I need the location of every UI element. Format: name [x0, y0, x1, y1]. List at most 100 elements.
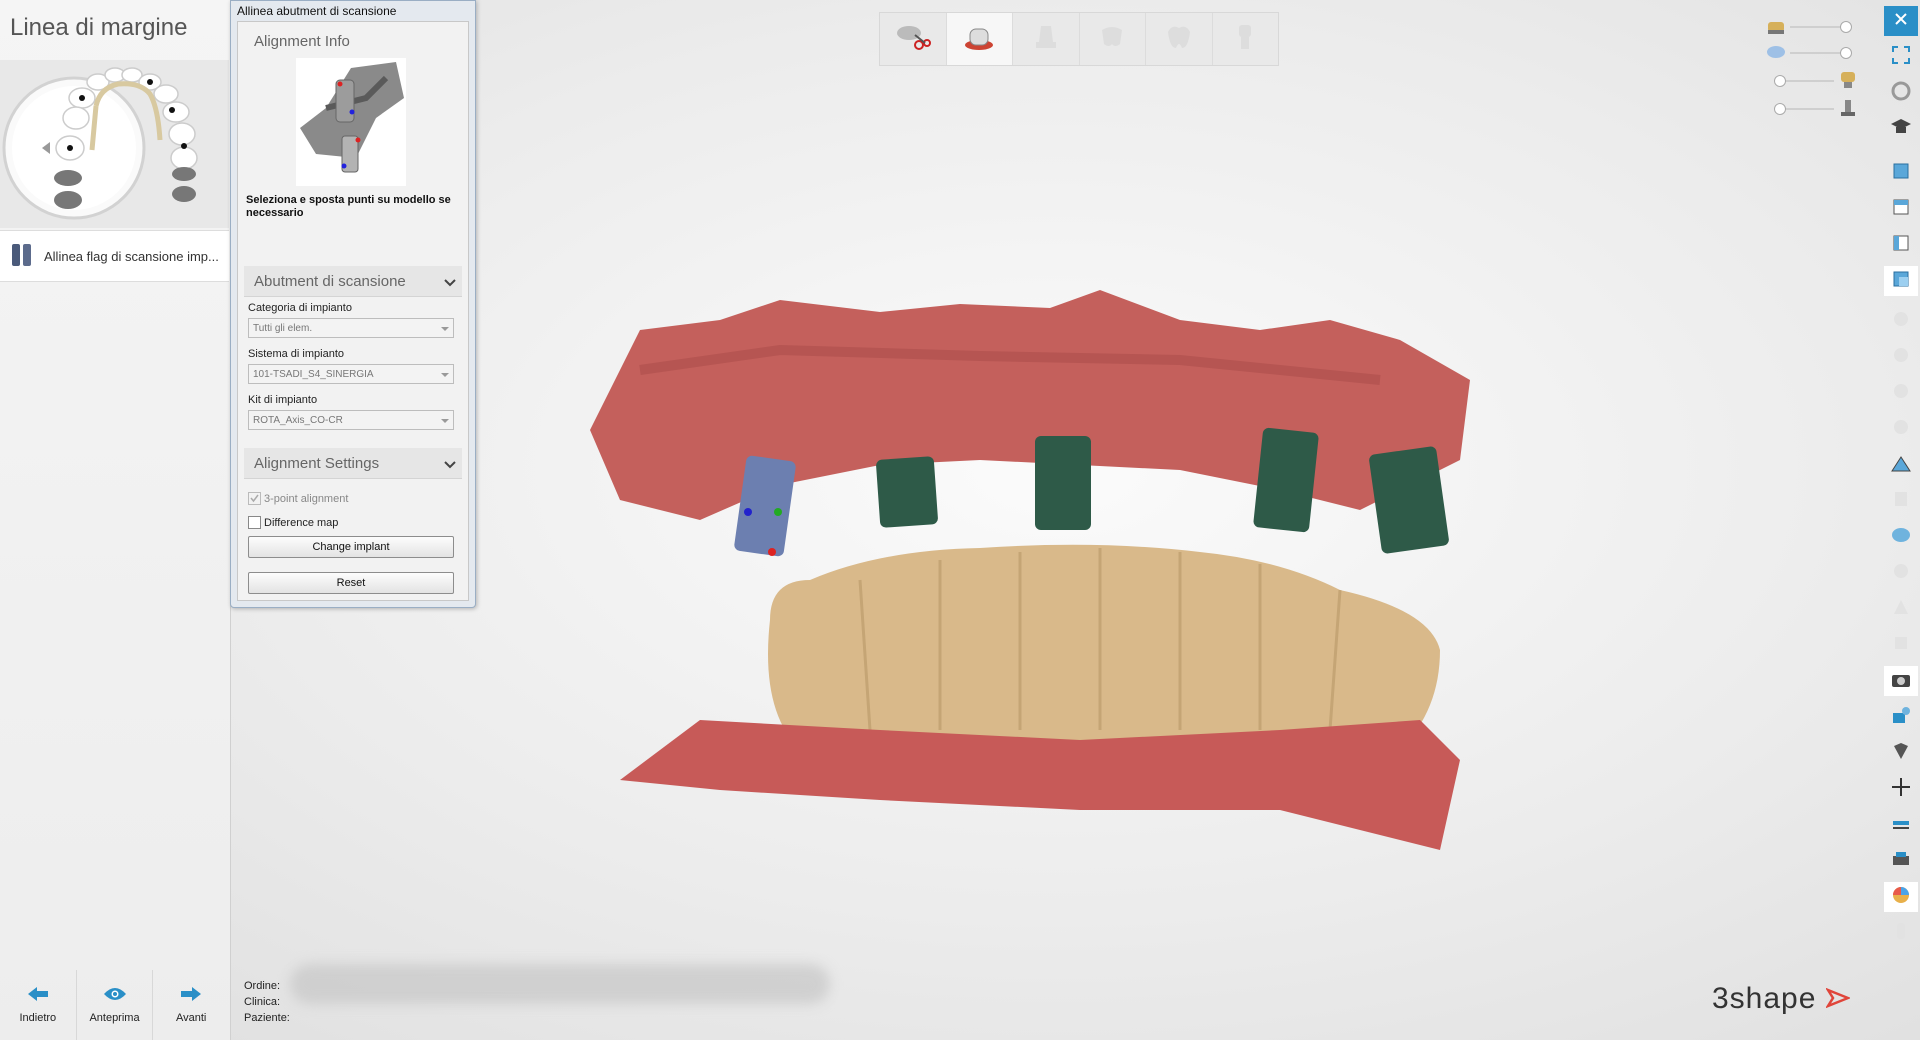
visibility-button[interactable]: [1884, 738, 1918, 768]
alignment-info-header: Alignment Info: [244, 26, 462, 54]
implant-category-select[interactable]: Tutti gli elem.: [248, 318, 454, 338]
rotate-icon: [1890, 80, 1912, 107]
step-title: Linea di margine: [10, 14, 188, 41]
alignment-settings-header[interactable]: Alignment Settings: [244, 448, 462, 479]
tool-disabled-7[interactable]: [1884, 630, 1918, 660]
difference-map-row: Difference map: [248, 516, 338, 529]
model-view-button[interactable]: [1884, 522, 1918, 552]
stage-abutment-design[interactable]: [1013, 13, 1080, 65]
fullscreen-icon: [1891, 45, 1911, 70]
scan-abutment-title: Abutment di scansione: [254, 273, 406, 290]
tooth-tool-icon: [1891, 381, 1911, 406]
view-iso-button[interactable]: [1884, 266, 1918, 296]
stage-crown-placement[interactable]: [1080, 13, 1146, 65]
tooth-tool-icon: [1891, 921, 1911, 946]
order-label: Ordine:: [244, 980, 281, 992]
implant-system-select[interactable]: 101-TSADI_S4_SINERGIA: [248, 364, 454, 384]
gum-model-slider[interactable]: [1790, 47, 1852, 59]
sculpt-button[interactable]: [1884, 702, 1918, 732]
model-icon: [1890, 525, 1912, 550]
shield-icon: [1891, 741, 1911, 766]
clip-plane-button[interactable]: [1884, 486, 1918, 516]
implant-kit-select[interactable]: ROTA_Axis_CO-CR: [248, 410, 454, 430]
crown-slider[interactable]: [1774, 75, 1834, 87]
tool-disabled-2[interactable]: [1884, 342, 1918, 372]
tool-disabled-1[interactable]: [1884, 306, 1918, 336]
crown-icon: [1838, 70, 1858, 95]
caliper-icon: [1890, 813, 1912, 838]
print-button[interactable]: [1884, 846, 1918, 876]
slider-knob[interactable]: [1840, 47, 1852, 59]
tool-disabled-8[interactable]: [1884, 918, 1918, 948]
slider-knob[interactable]: [1774, 103, 1786, 115]
tool-disabled-6[interactable]: [1884, 594, 1918, 624]
plane-icon: [1891, 489, 1911, 514]
tooth-tool-icon: [1891, 561, 1911, 586]
next-button[interactable]: Avanti: [153, 970, 229, 1040]
camera-icon: [1890, 670, 1912, 693]
stage-trim-scan[interactable]: [880, 13, 947, 65]
fullscreen-button[interactable]: [1884, 42, 1918, 72]
implant-post-icon: [1838, 98, 1858, 123]
stage-finish[interactable]: [1213, 13, 1279, 65]
tooth-tool-icon: [1891, 309, 1911, 334]
scan-abutment-header[interactable]: Abutment di scansione: [244, 266, 462, 297]
dropdown-arrow-icon: [441, 419, 449, 423]
alignment-info-title: Alignment Info: [254, 33, 350, 50]
left-panel: Linea di margine Allinea flag di scansio…: [0, 0, 231, 1040]
back-button[interactable]: Indietro: [0, 970, 77, 1040]
workflow-item-label: Allinea flag di scansione imp...: [44, 248, 219, 264]
reset-button[interactable]: Reset: [248, 572, 454, 594]
upper-model-icon: [1766, 18, 1786, 41]
implant-system-value: 101-TSADI_S4_SINERGIA: [253, 369, 374, 380]
preview-button[interactable]: Anteprima: [77, 970, 154, 1040]
workflow-item-align-scanflag[interactable]: Allinea flag di scansione imp...: [0, 230, 229, 282]
rotate-view-button[interactable]: [1884, 78, 1918, 108]
tool-disabled-4[interactable]: [1884, 414, 1918, 444]
distance-button[interactable]: [1884, 810, 1918, 840]
three-point-alignment-row: 3-point alignment: [248, 492, 348, 505]
3d-viewport[interactable]: [580, 290, 1480, 860]
stage-align-abutment[interactable]: [946, 13, 1013, 65]
slider-knob[interactable]: [1840, 21, 1852, 33]
chevron-down-icon[interactable]: [444, 274, 456, 292]
arrow-left-icon: [27, 986, 48, 1006]
cube-front-icon: [1891, 161, 1911, 186]
color-wheel-icon: [1891, 885, 1911, 910]
upper-gum-scan: [590, 290, 1470, 520]
logo-triangle-icon: [1824, 987, 1852, 1009]
crosshair-icon: [1890, 776, 1912, 803]
color-button[interactable]: [1884, 882, 1918, 912]
slider-knob[interactable]: [1774, 75, 1786, 87]
tool-disabled-3[interactable]: [1884, 378, 1918, 408]
case-info: Ordine: Clinica: Paziente:: [244, 978, 290, 1026]
tool-disabled-5[interactable]: [1884, 558, 1918, 588]
tooth-chart[interactable]: [0, 60, 229, 228]
cross-section-button[interactable]: [1884, 774, 1918, 804]
right-toolbar: [1884, 6, 1918, 946]
view-front-button[interactable]: [1884, 158, 1918, 188]
view-top-button[interactable]: [1884, 194, 1918, 224]
view-side-button[interactable]: [1884, 230, 1918, 260]
implant-category-value: Tutti gli elem.: [253, 323, 313, 334]
alignment-preview-image: [296, 58, 406, 186]
snapshot-button[interactable]: [1884, 666, 1918, 696]
implant-category-label: Categoria di impianto: [248, 302, 352, 314]
close-button[interactable]: [1884, 6, 1918, 36]
change-implant-button[interactable]: Change implant: [248, 536, 454, 558]
three-point-alignment-checkbox[interactable]: [248, 492, 261, 505]
alignment-instruction: Seleziona e sposta punti su modello se n…: [246, 194, 451, 219]
implant-kit-value: ROTA_Axis_CO-CR: [253, 415, 343, 426]
printer-icon: [1890, 849, 1912, 874]
patient-label: Paziente:: [244, 1012, 290, 1024]
align-scan-abutment-dialog: Allinea abutment di scansione Alignment …: [230, 0, 476, 608]
chevron-down-icon[interactable]: [444, 456, 456, 474]
difference-map-checkbox[interactable]: [248, 516, 261, 529]
measure-button[interactable]: [1884, 450, 1918, 480]
clinic-label: Clinica:: [244, 996, 281, 1008]
upper-model-slider[interactable]: [1790, 21, 1852, 33]
tutorial-button[interactable]: [1884, 114, 1918, 144]
tooth-tool-icon: [1891, 633, 1911, 658]
stage-crown-design[interactable]: [1146, 13, 1213, 65]
implant-slider[interactable]: [1774, 103, 1834, 115]
